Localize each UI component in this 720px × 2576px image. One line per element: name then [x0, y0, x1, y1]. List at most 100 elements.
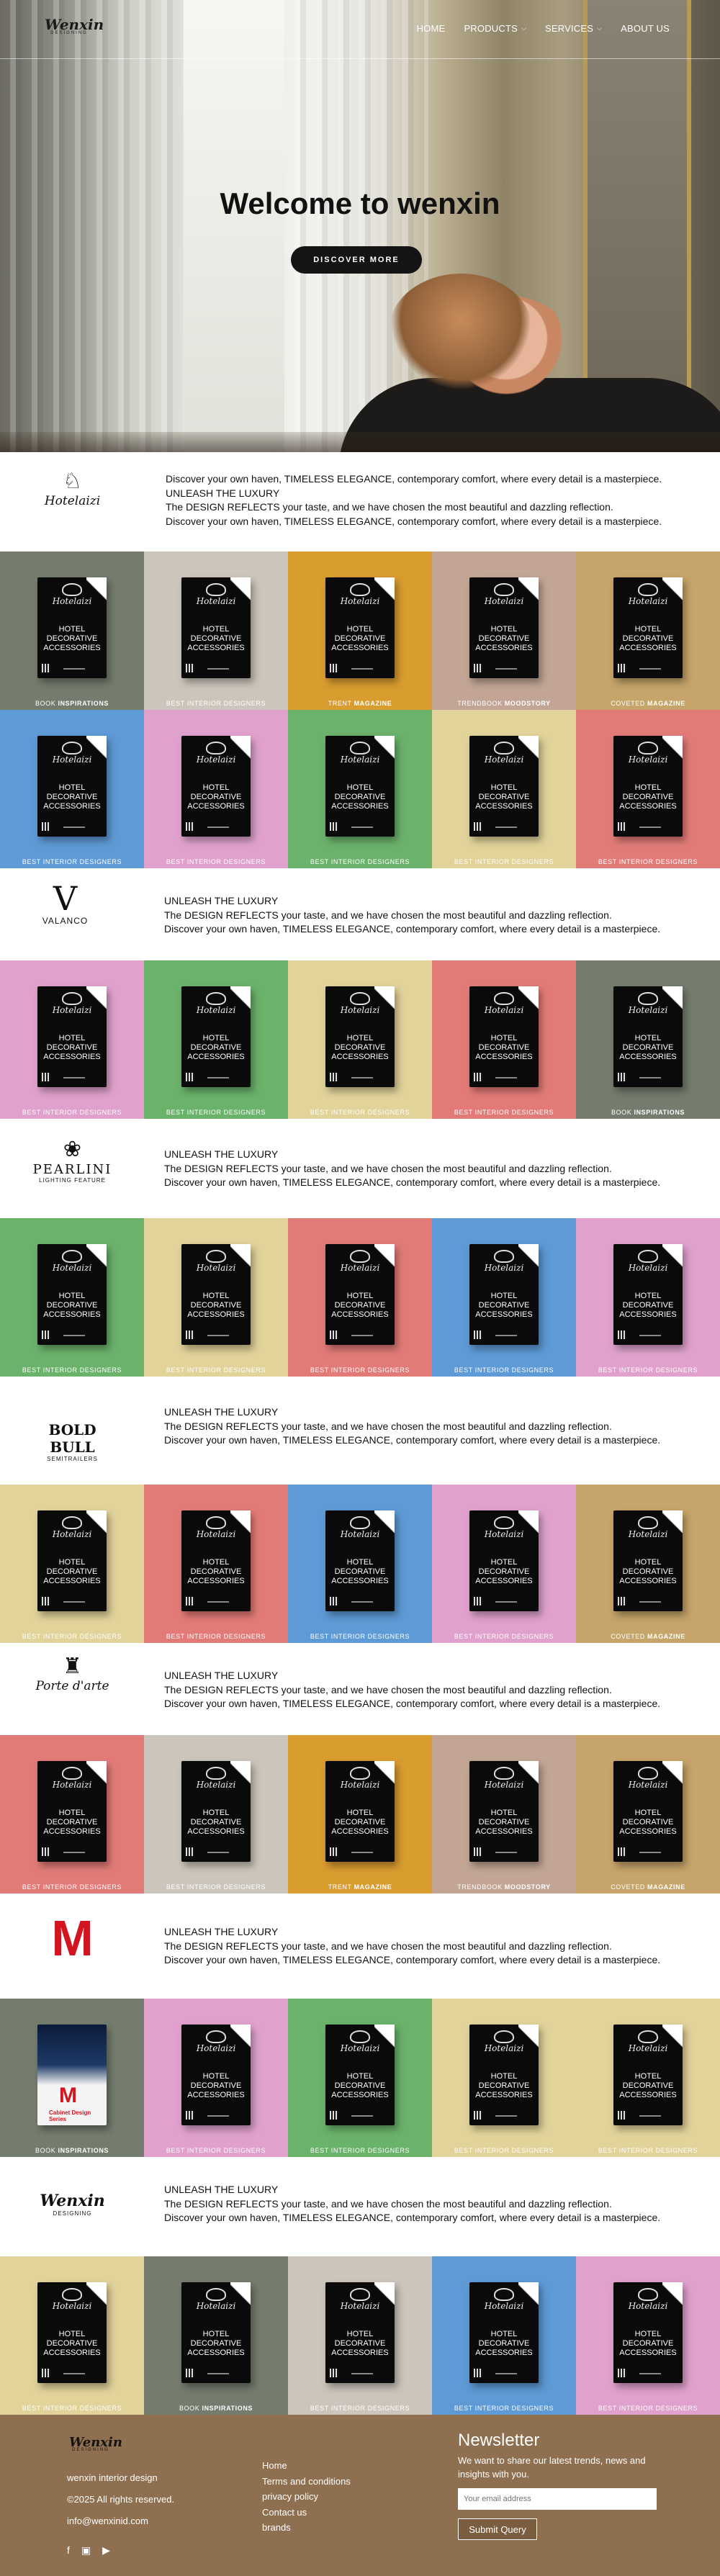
product-tile[interactable]: Hotelaizi HOTEL DECORATIVE ACCESSORIES BEST …: [432, 1999, 576, 2157]
product-tile[interactable]: Hotelaizi HOTEL DECORATIVE ACCESSORIES COVET…: [576, 1735, 720, 1893]
crest-icon: [494, 2288, 514, 2301]
submit-query-button[interactable]: Submit Query: [458, 2518, 537, 2540]
nav-item-about[interactable]: ABOUT US: [621, 23, 670, 34]
brand-logo-m[interactable]: M: [27, 1909, 117, 1967]
product-tile[interactable]: Hotelaizi HOTEL DECORATIVE ACCESSORIES TREND…: [432, 551, 576, 710]
brand-logo-wenxin[interactable]: Wenxin DESIGNING: [27, 2192, 117, 2217]
product-tile[interactable]: Hotelaizi HOTEL DECORATIVE ACCESSORIES BOOK …: [0, 551, 144, 710]
product-tile[interactable]: Hotelaizi HOTEL DECORATIVE ACCESSORIES BEST …: [144, 1218, 288, 1377]
crest-icon: [350, 1516, 370, 1529]
book-title-line: DECORATIVE: [334, 2339, 386, 2348]
footer-logo[interactable]: Wenxin DESIGNING: [69, 2435, 122, 2453]
product-tile[interactable]: Hotelaizi HOTEL DECORATIVE ACCESSORIES BEST …: [432, 960, 576, 1119]
product-tile[interactable]: Hotelaizi HOTEL DECORATIVE ACCESSORIES BEST …: [432, 2256, 576, 2415]
brand-logo-valanco[interactable]: V VALANCO: [20, 881, 110, 926]
crest-icon: [350, 742, 370, 755]
footer-email[interactable]: info@wenxinid.com: [67, 2516, 148, 2526]
product-tile[interactable]: Hotelaizi HOTEL DECORATIVE ACCESSORIES BEST …: [144, 1485, 288, 1643]
product-tile[interactable]: Hotelaizi HOTEL DECORATIVE ACCESSORIES BEST …: [576, 1218, 720, 1377]
product-tile[interactable]: Hotelaizi HOTEL DECORATIVE ACCESSORIES BEST …: [144, 960, 288, 1119]
book-script: Hotelaizi: [484, 1780, 524, 1790]
tile-caption: BEST INTERIOR DESIGNERS: [576, 2147, 720, 2154]
caption-text: BEST INTERIOR DESIGNERS: [454, 858, 554, 865]
facebook-icon[interactable]: f: [67, 2544, 70, 2557]
footer-link-privacy[interactable]: privacy policy: [262, 2489, 351, 2505]
tile-caption: BEST INTERIOR DESIGNERS: [576, 858, 720, 865]
caption-bold: MOODSTORY: [504, 700, 551, 707]
brand-logo-boldbull[interactable]: BOLD BULL SEMITRAILERS: [27, 1421, 117, 1462]
brand-name: VALANCO: [42, 916, 89, 926]
product-tile[interactable]: Hotelaizi HOTEL DECORATIVE ACCESSORIES BOOK …: [144, 2256, 288, 2415]
nav-item-services[interactable]: SERVICES ⌵: [545, 23, 602, 34]
brand-logo-hotelaizi[interactable]: ♘ Hotelaizi: [27, 469, 117, 509]
caption-text: BEST INTERIOR DESIGNERS: [454, 1366, 554, 1374]
product-tile[interactable]: Hotelaizi HOTEL DECORATIVE ACCESSORIES BEST …: [0, 710, 144, 868]
footer-link-brands[interactable]: brands: [262, 2520, 351, 2536]
book-title: HOTEL DECORATIVE ACCESSORIES: [181, 783, 251, 811]
book-title-line: ACCESSORIES: [187, 1053, 245, 1061]
book-script: Hotelaizi: [484, 1005, 524, 1015]
footer-link-home[interactable]: Home: [262, 2458, 351, 2474]
brand-sub: DESIGNING: [53, 2210, 92, 2217]
product-tile[interactable]: Hotelaizi HOTEL DECORATIVE ACCESSORIES BEST …: [288, 2256, 432, 2415]
product-tile[interactable]: Hotelaizi HOTEL DECORATIVE ACCESSORIES BOOK …: [576, 960, 720, 1119]
product-tile[interactable]: Hotelaizi HOTEL DECORATIVE ACCESSORIES BEST …: [144, 551, 288, 710]
tile-caption: BEST INTERIOR DESIGNERS: [0, 1883, 144, 1891]
book-title-line: DECORATIVE: [478, 1567, 530, 1576]
product-tile[interactable]: M Cabinet Design Series BOOK INSPIRATIONS: [0, 1999, 144, 2157]
book-cover: Hotelaizi HOTEL DECORATIVE ACCESSORIES: [469, 736, 539, 837]
book-cover: Hotelaizi HOTEL DECORATIVE ACCESSORIES: [469, 986, 539, 1087]
product-tile[interactable]: Hotelaizi HOTEL DECORATIVE ACCESSORIES BEST …: [432, 710, 576, 868]
logo-text: Wenxin: [69, 2435, 122, 2450]
product-tile[interactable]: Hotelaizi HOTEL DECORATIVE ACCESSORIES TREND…: [432, 1735, 576, 1893]
product-tile[interactable]: Hotelaizi HOTEL DECORATIVE ACCESSORIES BEST …: [288, 1485, 432, 1643]
product-tile[interactable]: Hotelaizi HOTEL DECORATIVE ACCESSORIES BEST …: [0, 1218, 144, 1377]
product-tile[interactable]: Hotelaizi HOTEL DECORATIVE ACCESSORIES BEST …: [0, 960, 144, 1119]
nav-item-home[interactable]: HOME: [417, 23, 446, 34]
footer-link-terms[interactable]: Terms and conditions: [262, 2474, 351, 2490]
book-title-line: HOTEL: [634, 1809, 662, 1817]
logo-text: Wenxin: [45, 16, 104, 33]
youtube-icon[interactable]: ▶: [102, 2544, 110, 2557]
product-tile[interactable]: Hotelaizi HOTEL DECORATIVE ACCESSORIES BEST …: [144, 710, 288, 868]
brand-logo-portedarte[interactable]: ♜ Porte d'arte: [27, 1654, 117, 1694]
product-tile[interactable]: Hotelaizi HOTEL DECORATIVE ACCESSORIES BEST …: [576, 1999, 720, 2157]
chevron-down-icon: ⌵: [521, 24, 527, 32]
caption-text: BEST INTERIOR DESIGNERS: [454, 1109, 554, 1116]
newsletter-email-input[interactable]: [458, 2488, 657, 2510]
product-tile[interactable]: Hotelaizi HOTEL DECORATIVE ACCESSORIES BEST …: [288, 960, 432, 1119]
book-title-line: DECORATIVE: [46, 1567, 98, 1576]
brand-text: UNLEASH THE LUXURY The DESIGN REFLECTS y…: [164, 1405, 660, 1448]
product-tile[interactable]: Hotelaizi HOTEL DECORATIVE ACCESSORIES BEST …: [0, 2256, 144, 2415]
product-tile[interactable]: Hotelaizi HOTEL DECORATIVE ACCESSORIES BEST …: [288, 710, 432, 868]
product-tile[interactable]: Hotelaizi HOTEL DECORATIVE ACCESSORIES BEST …: [288, 1999, 432, 2157]
product-tile[interactable]: Hotelaizi HOTEL DECORATIVE ACCESSORIES BEST …: [432, 1485, 576, 1643]
tile-caption: BEST INTERIOR DESIGNERS: [288, 1633, 432, 1640]
product-tile[interactable]: Hotelaizi HOTEL DECORATIVE ACCESSORIES BEST …: [576, 710, 720, 868]
book-footer-line: [351, 2373, 373, 2374]
product-tile[interactable]: Hotelaizi HOTEL DECORATIVE ACCESSORIES BEST …: [144, 1999, 288, 2157]
product-tile[interactable]: Hotelaizi HOTEL DECORATIVE ACCESSORIES BEST …: [576, 2256, 720, 2415]
qr-code-icon: [474, 1073, 482, 1081]
product-tile[interactable]: Hotelaizi HOTEL DECORATIVE ACCESSORIES COVET…: [576, 1485, 720, 1643]
product-tile[interactable]: Hotelaizi HOTEL DECORATIVE ACCESSORIES BEST …: [144, 1735, 288, 1893]
product-tile[interactable]: Hotelaizi HOTEL DECORATIVE ACCESSORIES BEST …: [0, 1735, 144, 1893]
book-title-line: HOTEL: [634, 2330, 662, 2338]
crest-icon: [206, 583, 226, 596]
footer-link-contact[interactable]: Contact us: [262, 2505, 351, 2521]
product-tile[interactable]: Hotelaizi HOTEL DECORATIVE ACCESSORIES BEST …: [0, 1485, 144, 1643]
product-tile[interactable]: Hotelaizi HOTEL DECORATIVE ACCESSORIES BEST …: [288, 1218, 432, 1377]
caption-bold: MAGAZINE: [354, 1883, 392, 1891]
nav-menu: HOME PRODUCTS ⌵ SERVICES ⌵ ABOUT US: [417, 23, 670, 34]
site-logo[interactable]: Wenxin DESIGNING: [45, 16, 104, 48]
discover-more-button[interactable]: DISCOVER MORE: [291, 246, 422, 274]
product-tile[interactable]: Hotelaizi HOTEL DECORATIVE ACCESSORIES COVET…: [576, 551, 720, 710]
product-tile[interactable]: Hotelaizi HOTEL DECORATIVE ACCESSORIES BEST …: [432, 1218, 576, 1377]
brand-line: The DESIGN REFLECTS your taste, and we h…: [164, 1683, 612, 1695]
nav-item-products[interactable]: PRODUCTS ⌵: [464, 23, 526, 34]
brand-logo-pearlini[interactable]: ❀ PEARLINI LIGHTING FEATURE: [27, 1138, 117, 1184]
product-tile[interactable]: Hotelaizi HOTEL DECORATIVE ACCESSORIES TRENT…: [288, 1735, 432, 1893]
instagram-icon[interactable]: ▣: [81, 2544, 91, 2557]
product-tile[interactable]: Hotelaizi HOTEL DECORATIVE ACCESSORIES TRENT…: [288, 551, 432, 710]
logo-sub: DESIGNING: [72, 2448, 109, 2452]
